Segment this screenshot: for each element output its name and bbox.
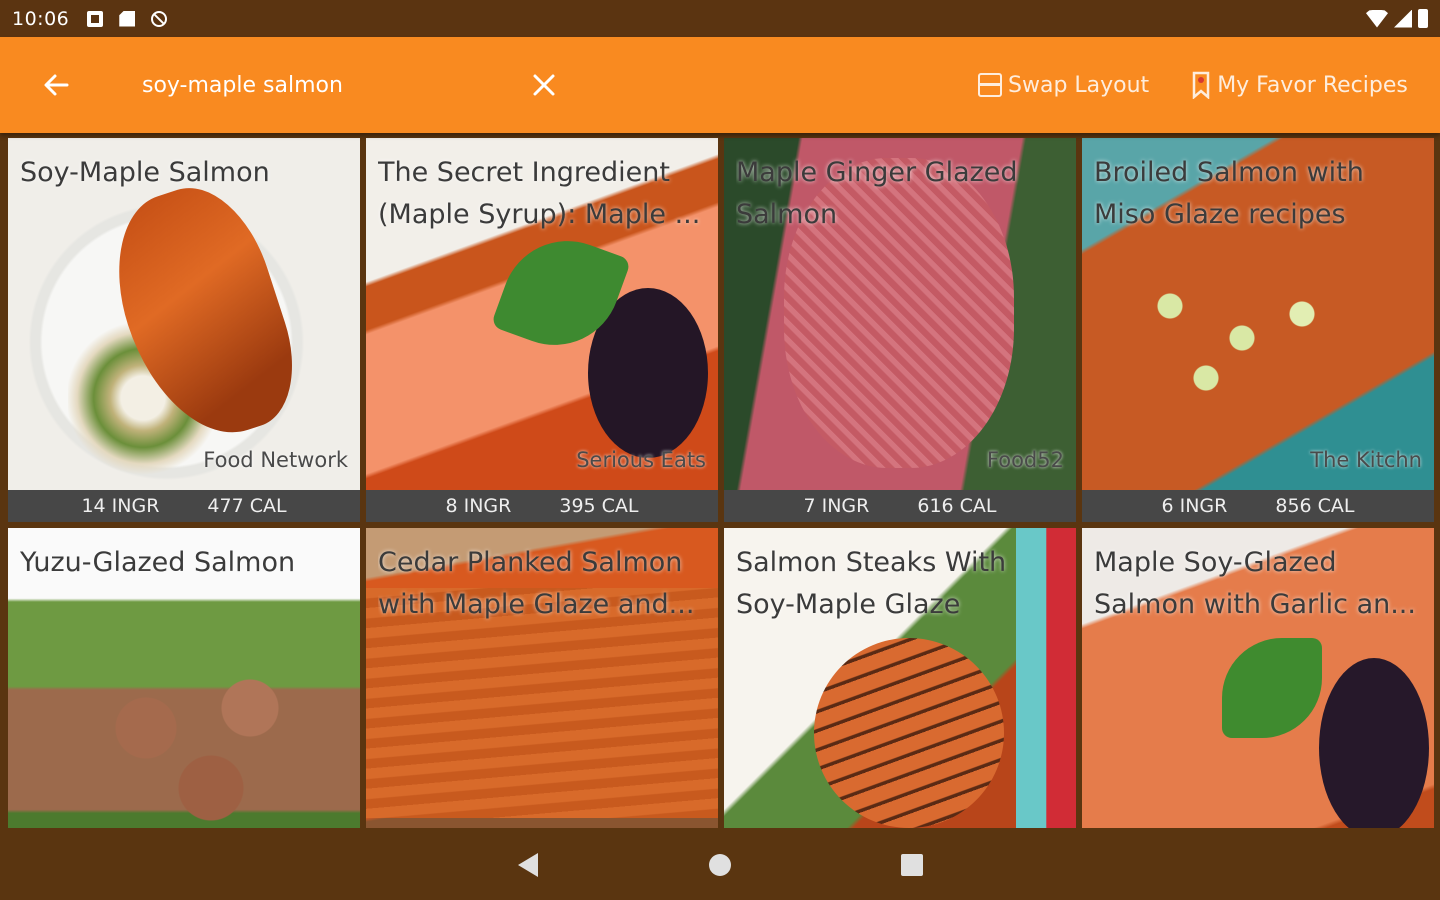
clear-search-button[interactable] — [518, 59, 570, 111]
search-input[interactable] — [142, 60, 502, 110]
recipe-source: Food Network — [203, 448, 348, 472]
navigation-bar — [0, 830, 1440, 900]
recipe-title: Cedar Planked Salmon with Maple Glaze an… — [378, 547, 695, 620]
swap-layout-label: Swap Layout — [1008, 72, 1150, 98]
recipe-stats: 14 INGR 477 CAL — [8, 490, 360, 522]
recipe-title: Yuzu-Glazed Salmon — [20, 547, 296, 578]
recipe-card[interactable]: Maple Soy-Glazed Salmon with Garlic an..… — [1082, 528, 1434, 828]
battery-icon — [1418, 9, 1428, 28]
recipe-title: Broiled Salmon with Miso Glaze recipes — [1094, 157, 1364, 230]
nav-recents-button[interactable] — [882, 835, 942, 895]
favorites-label: My Favor Recipes — [1217, 72, 1408, 98]
ingredient-count: 6 INGR — [1161, 495, 1228, 517]
recipe-stats: 7 INGR 616 CAL — [724, 490, 1076, 522]
status-time: 10:06 — [12, 7, 70, 30]
status-right-icons — [1366, 9, 1428, 28]
calorie-count: 616 CAL — [917, 495, 997, 517]
recipe-grid: Soy-Maple Salmon Food Network 14 INGR 47… — [8, 138, 1434, 828]
recipe-title: The Secret Ingredient (Maple Syrup): Map… — [378, 157, 701, 230]
wifi-icon — [1366, 9, 1388, 28]
recipe-card[interactable]: Maple Ginger Glazed Salmon Food52 7 INGR… — [724, 138, 1076, 522]
recipe-source: The Kitchn — [1310, 448, 1422, 472]
arrow-left-icon — [44, 74, 69, 96]
calorie-count: 856 CAL — [1275, 495, 1355, 517]
favorites-button[interactable]: My Favor Recipes — [1191, 71, 1408, 99]
recipe-card[interactable]: Yuzu-Glazed Salmon — [8, 528, 360, 828]
recipe-card[interactable]: Soy-Maple Salmon Food Network 14 INGR 47… — [8, 138, 360, 522]
status-bar: 10:06 — [0, 0, 1440, 37]
nav-back-button[interactable] — [498, 835, 558, 895]
recipe-card[interactable]: Broiled Salmon with Miso Glaze recipes T… — [1082, 138, 1434, 522]
recipe-title: Maple Soy-Glazed Salmon with Garlic an..… — [1094, 547, 1416, 620]
recipe-card[interactable]: Cedar Planked Salmon with Maple Glaze an… — [366, 528, 718, 828]
sd-card-icon — [119, 10, 136, 27]
triangle-back-icon — [518, 853, 538, 877]
back-button[interactable] — [26, 55, 86, 115]
recipe-title: Maple Ginger Glazed Salmon — [736, 157, 1018, 230]
layout-icon — [978, 73, 1002, 97]
notification-icon — [87, 10, 104, 27]
recipe-source: Serious Eats — [576, 448, 706, 472]
circle-home-icon — [709, 854, 731, 876]
recipe-card[interactable]: Salmon Steaks With Soy-Maple Glaze — [724, 528, 1076, 828]
recipe-stats: 8 INGR 395 CAL — [366, 490, 718, 522]
calorie-count: 395 CAL — [559, 495, 639, 517]
recipe-stats: 6 INGR 856 CAL — [1082, 490, 1434, 522]
signal-icon — [1394, 9, 1412, 28]
calorie-count: 477 CAL — [207, 495, 287, 517]
ribbon-bookmark-icon — [1192, 71, 1210, 99]
recipe-card[interactable]: The Secret Ingredient (Maple Syrup): Map… — [366, 138, 718, 522]
close-icon — [533, 74, 555, 96]
square-recents-icon — [901, 854, 923, 876]
recipe-source: Food52 — [986, 448, 1064, 472]
ingredient-count: 7 INGR — [803, 495, 870, 517]
recipe-title: Salmon Steaks With Soy-Maple Glaze — [736, 547, 1007, 620]
app-bar: Swap Layout My Favor Recipes — [0, 37, 1440, 133]
recipe-title: Soy-Maple Salmon — [20, 157, 270, 188]
ingredient-count: 14 INGR — [81, 495, 160, 517]
nav-home-button[interactable] — [690, 835, 750, 895]
data-saver-icon — [151, 10, 168, 27]
ingredient-count: 8 INGR — [445, 495, 512, 517]
swap-layout-button[interactable]: Swap Layout — [978, 73, 1149, 98]
